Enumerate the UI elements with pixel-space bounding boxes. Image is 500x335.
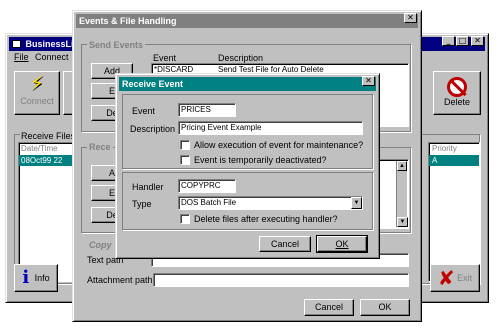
deactivated-label[interactable]: Event is temporarily deactivated? [194, 155, 327, 165]
events-cancel-label: Cancel [314, 302, 343, 312]
app-icon [12, 40, 21, 48]
col-event-header: Event [153, 53, 177, 63]
events-window-titlebar: Events & File Handling [76, 14, 418, 28]
info-button[interactable]: i Info [14, 264, 58, 292]
exit-label: Exit [457, 273, 473, 283]
close-button[interactable]: ✕ [471, 36, 484, 46]
dialog-close-button[interactable]: ✕ [362, 76, 375, 86]
no-entry-icon [447, 77, 467, 97]
receive-events-label: Rece [87, 142, 113, 152]
menu-file[interactable]: File [14, 52, 29, 62]
info-icon: i [22, 267, 30, 288]
receive-dialog-title: Receive Event [122, 79, 184, 89]
receive-files-label: Receive Files [20, 131, 77, 141]
events-close-button[interactable]: ✕ [404, 13, 417, 23]
allow-maintenance-label[interactable]: Allow execution of event for maintenance… [194, 140, 363, 150]
delete-files-checkbox[interactable] [180, 214, 190, 224]
type-value: DOS Batch File [181, 198, 237, 207]
dialog-cancel-label: Cancel [270, 239, 299, 249]
row-datetime: 08Oct99 22 [21, 156, 63, 165]
col-datetime-header: Date/Time [21, 144, 58, 153]
receive-list-scrollbar[interactable]: ▲ ▼ [396, 161, 408, 227]
main-window-title: BusinessLi [25, 39, 74, 49]
delete-button[interactable]: Delete [433, 71, 481, 115]
events-ok-label: OK [378, 302, 392, 312]
priority-row-selected[interactable]: A [429, 155, 479, 166]
connect-button[interactable]: ⚡ Connect [14, 71, 60, 115]
minimize-button[interactable]: _ [442, 36, 455, 46]
dialog-cancel-button[interactable]: Cancel [259, 236, 311, 252]
deactivated-checkbox[interactable] [180, 155, 190, 165]
copy-group-label: Copy [87, 240, 114, 250]
delete-files-label[interactable]: Delete files after executing handler? [194, 214, 338, 224]
maximize-button[interactable]: □ [456, 36, 469, 46]
menu-connect[interactable]: Connect [35, 52, 69, 62]
type-label: Type [132, 199, 152, 209]
events-ok-button[interactable]: OK [360, 299, 410, 316]
row-priority: A [432, 156, 438, 165]
description-value: Pricing Event Example [181, 123, 262, 132]
description-field[interactable]: Pricing Event Example [178, 121, 363, 135]
dropdown-arrow-icon[interactable]: ▼ [351, 197, 362, 209]
list-row-selected[interactable]: 08Oct99 22 [19, 155, 77, 166]
col-priority-header: Priority [432, 144, 457, 153]
receive-event-dialog: Receive Event ✕ Event PRICES Description… [115, 73, 380, 259]
event-label: Event [132, 106, 156, 116]
col-description-header: Description [218, 53, 264, 63]
send-events-label: Send Events [87, 40, 146, 50]
events-window-title: Events & File Handling [79, 16, 177, 26]
dialog-ok-button[interactable]: OK [316, 235, 368, 253]
handler-label: Handler [132, 182, 164, 192]
event-field[interactable]: PRICES [178, 103, 236, 117]
attachment-path-label: Attachment path [87, 275, 153, 285]
attachment-path-field[interactable] [153, 273, 409, 287]
connect-label: Connect [20, 96, 54, 106]
type-select[interactable]: DOS Batch File ▼ [178, 196, 363, 210]
handler-value: COPYPRC [181, 181, 221, 190]
event-value: PRICES [181, 105, 211, 114]
events-cancel-button[interactable]: Cancel [304, 299, 354, 316]
description-label: Description [130, 124, 176, 134]
dialog-ok-label: OK [335, 239, 349, 249]
receive-dialog-titlebar: Receive Event [119, 77, 376, 91]
exit-button[interactable]: ✘ Exit [430, 264, 480, 292]
handler-field[interactable]: COPYPRC [178, 179, 236, 193]
delete-label: Delete [443, 97, 470, 107]
allow-maintenance-checkbox[interactable] [180, 140, 190, 150]
exit-x-icon: ✘ [437, 266, 455, 290]
lightning-icon: ⚡ [29, 73, 45, 95]
info-label: Info [34, 273, 50, 283]
